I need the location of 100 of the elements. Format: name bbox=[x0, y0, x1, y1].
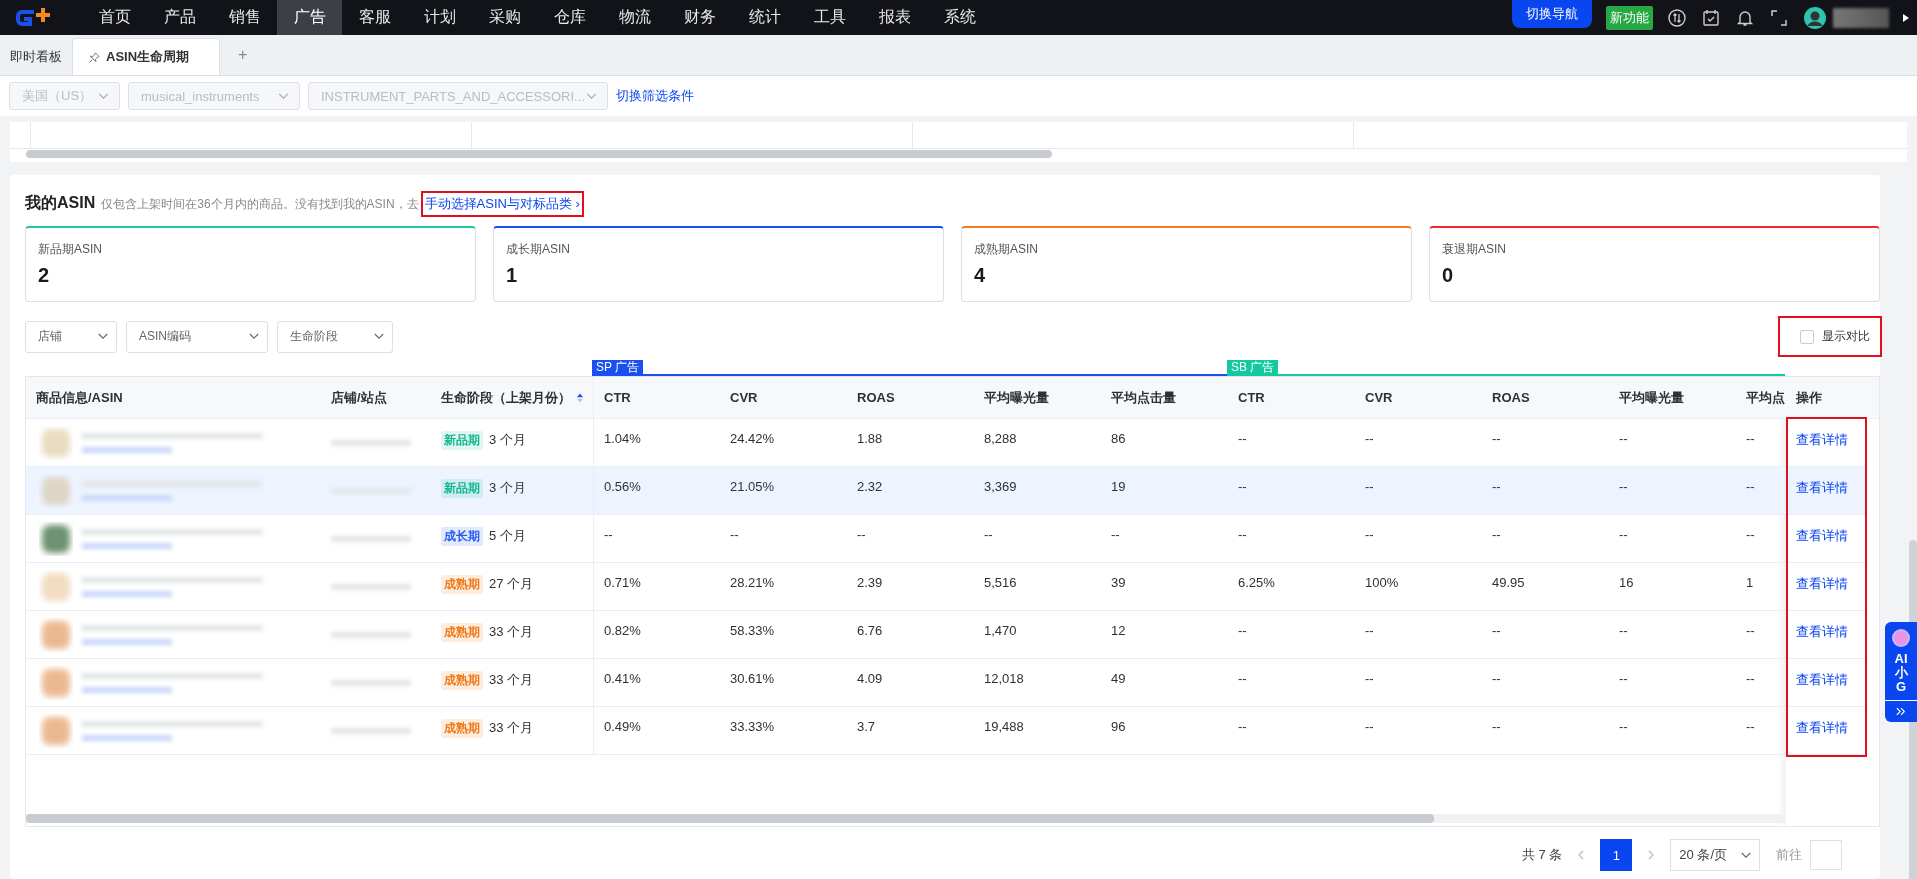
nav-item[interactable]: 产品 bbox=[147, 0, 212, 35]
swap-icon[interactable] bbox=[1667, 7, 1687, 28]
table-cell-text: -- bbox=[1491, 670, 1502, 688]
nav-item[interactable]: 系统 bbox=[927, 0, 992, 35]
table-filter-select[interactable]: 店铺 bbox=[25, 320, 117, 353]
stage-card[interactable]: 新品期ASIN 2 bbox=[25, 226, 476, 302]
table-cell-text: -- bbox=[1364, 478, 1375, 496]
stage-count: 0 bbox=[1442, 264, 1455, 287]
table-filter-select[interactable]: 生命阶段 bbox=[277, 320, 393, 353]
table-cell-text: 1,470 bbox=[983, 622, 1018, 640]
nav-item[interactable]: 采购 bbox=[472, 0, 537, 35]
table-cell-text: -- bbox=[1364, 622, 1375, 640]
stage-card[interactable]: 成熟期ASIN 4 bbox=[961, 226, 1412, 302]
stage-tag: 成熟期 bbox=[441, 719, 483, 738]
table-row[interactable]: 成熟期 33 个月 0.41% 30.61% 4.09 12,018 49 -- -- -- -- -- bbox=[26, 659, 1786, 707]
calendar-check-icon[interactable] bbox=[1701, 7, 1721, 28]
months-text: 3 个月 bbox=[489, 431, 526, 449]
page-input[interactable] bbox=[1810, 840, 1842, 870]
column-header: 操作 bbox=[1786, 377, 1879, 419]
column-header: 平均曝光量 bbox=[983, 388, 1050, 407]
table-cell-text: 2.39 bbox=[856, 574, 884, 592]
nav-item[interactable]: 报表 bbox=[862, 0, 927, 35]
table-row[interactable]: 成长期 5 个月 -- -- -- -- -- -- -- -- -- -- bbox=[26, 515, 1786, 563]
ai-assistant-widget[interactable]: AI 小 G bbox=[1885, 622, 1917, 722]
table-cell-text: 28.21% bbox=[729, 574, 776, 592]
sort-icon[interactable] bbox=[577, 391, 583, 404]
nav-item[interactable]: 物流 bbox=[602, 0, 667, 35]
table-cell: 0.41% bbox=[593, 659, 720, 706]
caret-icon[interactable] bbox=[1903, 13, 1909, 22]
table-row[interactable]: 成熟期 27 个月 0.71% 28.21% 2.39 5,516 39 6.25% 100% 49.95 16 1 bbox=[26, 563, 1786, 611]
table-cell-text: -- bbox=[1237, 430, 1248, 448]
view-details-link[interactable]: 查看详情 bbox=[1796, 672, 1848, 687]
view-details-link[interactable]: 查看详情 bbox=[1796, 720, 1848, 735]
page-size-select[interactable]: 20 条/页 bbox=[1670, 839, 1760, 871]
months-text: 33 个月 bbox=[489, 671, 534, 689]
page-tab[interactable]: ASIN生命周期 bbox=[72, 38, 221, 75]
nav-item[interactable]: 计划 bbox=[407, 0, 472, 35]
nav-item[interactable]: 工具 bbox=[797, 0, 862, 35]
ad-group-tag: SP 广告 bbox=[592, 360, 644, 375]
table-filter-select[interactable]: ASIN编码 bbox=[126, 320, 268, 353]
view-details-link[interactable]: 查看详情 bbox=[1796, 432, 1848, 447]
horizontal-scrollbar[interactable] bbox=[26, 814, 1786, 823]
column-header: 平均点击量 bbox=[1110, 388, 1177, 407]
stage-label: 成熟期ASIN bbox=[974, 241, 1039, 258]
switch-nav-button[interactable]: 切换导航 bbox=[1512, 0, 1592, 28]
table-cell-text: 49 bbox=[1110, 670, 1127, 688]
section-note: 仅包含上架时间在36个月内的商品。没有找到我的ASIN，去 bbox=[101, 196, 419, 213]
redacted-username bbox=[1833, 7, 1889, 28]
view-details-link[interactable]: 查看详情 bbox=[1796, 576, 1848, 591]
column-header: ROAS bbox=[1491, 389, 1531, 407]
view-details-link[interactable]: 查看详情 bbox=[1796, 624, 1848, 639]
view-details-link[interactable]: 查看详情 bbox=[1796, 528, 1848, 543]
nav-item[interactable]: 广告 bbox=[277, 0, 342, 35]
switch-filter-link[interactable]: 切换筛选条件 bbox=[616, 87, 694, 105]
table-cell-text: -- bbox=[1237, 526, 1248, 544]
chevron-down-icon bbox=[1741, 851, 1751, 859]
months-text: 3 个月 bbox=[489, 479, 526, 497]
compare-toggle[interactable]: 显示对比 bbox=[1780, 318, 1880, 355]
nav-item[interactable]: 仓库 bbox=[537, 0, 602, 35]
stage-count: 1 bbox=[506, 264, 519, 287]
months-text: 27 个月 bbox=[489, 575, 534, 593]
stage-card[interactable]: 成长期ASIN 1 bbox=[493, 226, 944, 302]
table-row[interactable]: 新品期 3 个月 0.56% 21.05% 2.32 3,369 19 -- -- -- -- -- bbox=[26, 467, 1786, 515]
table-cell-text: -- bbox=[1745, 670, 1756, 688]
table-cell-text: -- bbox=[1237, 622, 1248, 640]
stage-tag: 新品期 bbox=[441, 431, 483, 450]
table-cell-text: 6.76 bbox=[856, 622, 884, 640]
table-cell-text: -- bbox=[1237, 718, 1248, 736]
months-text: 5 个月 bbox=[489, 527, 526, 545]
column-header: 平均曝光量 bbox=[1618, 388, 1685, 407]
nav-item[interactable]: 统计 bbox=[732, 0, 797, 35]
chevron-down-icon bbox=[249, 333, 259, 340]
table-cell-text: 39 bbox=[1110, 574, 1127, 592]
nav-item[interactable]: 财务 bbox=[667, 0, 732, 35]
chevron-down-icon bbox=[586, 92, 597, 100]
months-text: 33 个月 bbox=[489, 623, 534, 641]
table-cell-text: 24.42% bbox=[729, 430, 776, 448]
stage-label: 衰退期ASIN bbox=[1442, 241, 1507, 258]
table-cell-text: 19 bbox=[1110, 478, 1127, 496]
table-cell-text: 19,488 bbox=[983, 718, 1025, 736]
column-header: CVR bbox=[729, 389, 759, 407]
column-header[interactable]: 生命阶段（上架月份） bbox=[431, 377, 593, 418]
ai-label: AI 小 G bbox=[1894, 652, 1908, 694]
table-row[interactable]: 成熟期 33 个月 0.49% 33.33% 3.7 19,488 96 -- -- -- -- -- bbox=[26, 707, 1786, 755]
table-cell-text: 6.25% bbox=[1237, 574, 1276, 592]
fullscreen-icon[interactable] bbox=[1769, 7, 1789, 28]
stage-card[interactable]: 衰退期ASIN 0 bbox=[1429, 226, 1880, 302]
avatar-icon[interactable] bbox=[1803, 5, 1827, 30]
nav-item[interactable]: 首页 bbox=[82, 0, 147, 35]
nav-item[interactable]: 销售 bbox=[212, 0, 277, 35]
page-button[interactable]: 1 bbox=[1600, 839, 1633, 871]
table-cell-text: 1 bbox=[1745, 574, 1755, 592]
page-tab[interactable]: 即时看板 bbox=[0, 39, 72, 75]
table-cell-text: -- bbox=[1110, 526, 1121, 544]
nav-item[interactable]: 客服 bbox=[342, 0, 407, 35]
pin-icon[interactable] bbox=[89, 51, 100, 63]
column-header: CTR bbox=[593, 377, 720, 418]
table-cell-text: -- bbox=[1618, 670, 1629, 688]
checkbox[interactable] bbox=[1800, 329, 1814, 344]
table-row[interactable]: 成熟期 33 个月 0.82% 58.33% 6.76 1,470 12 -- -- -- -- -- bbox=[26, 611, 1786, 659]
